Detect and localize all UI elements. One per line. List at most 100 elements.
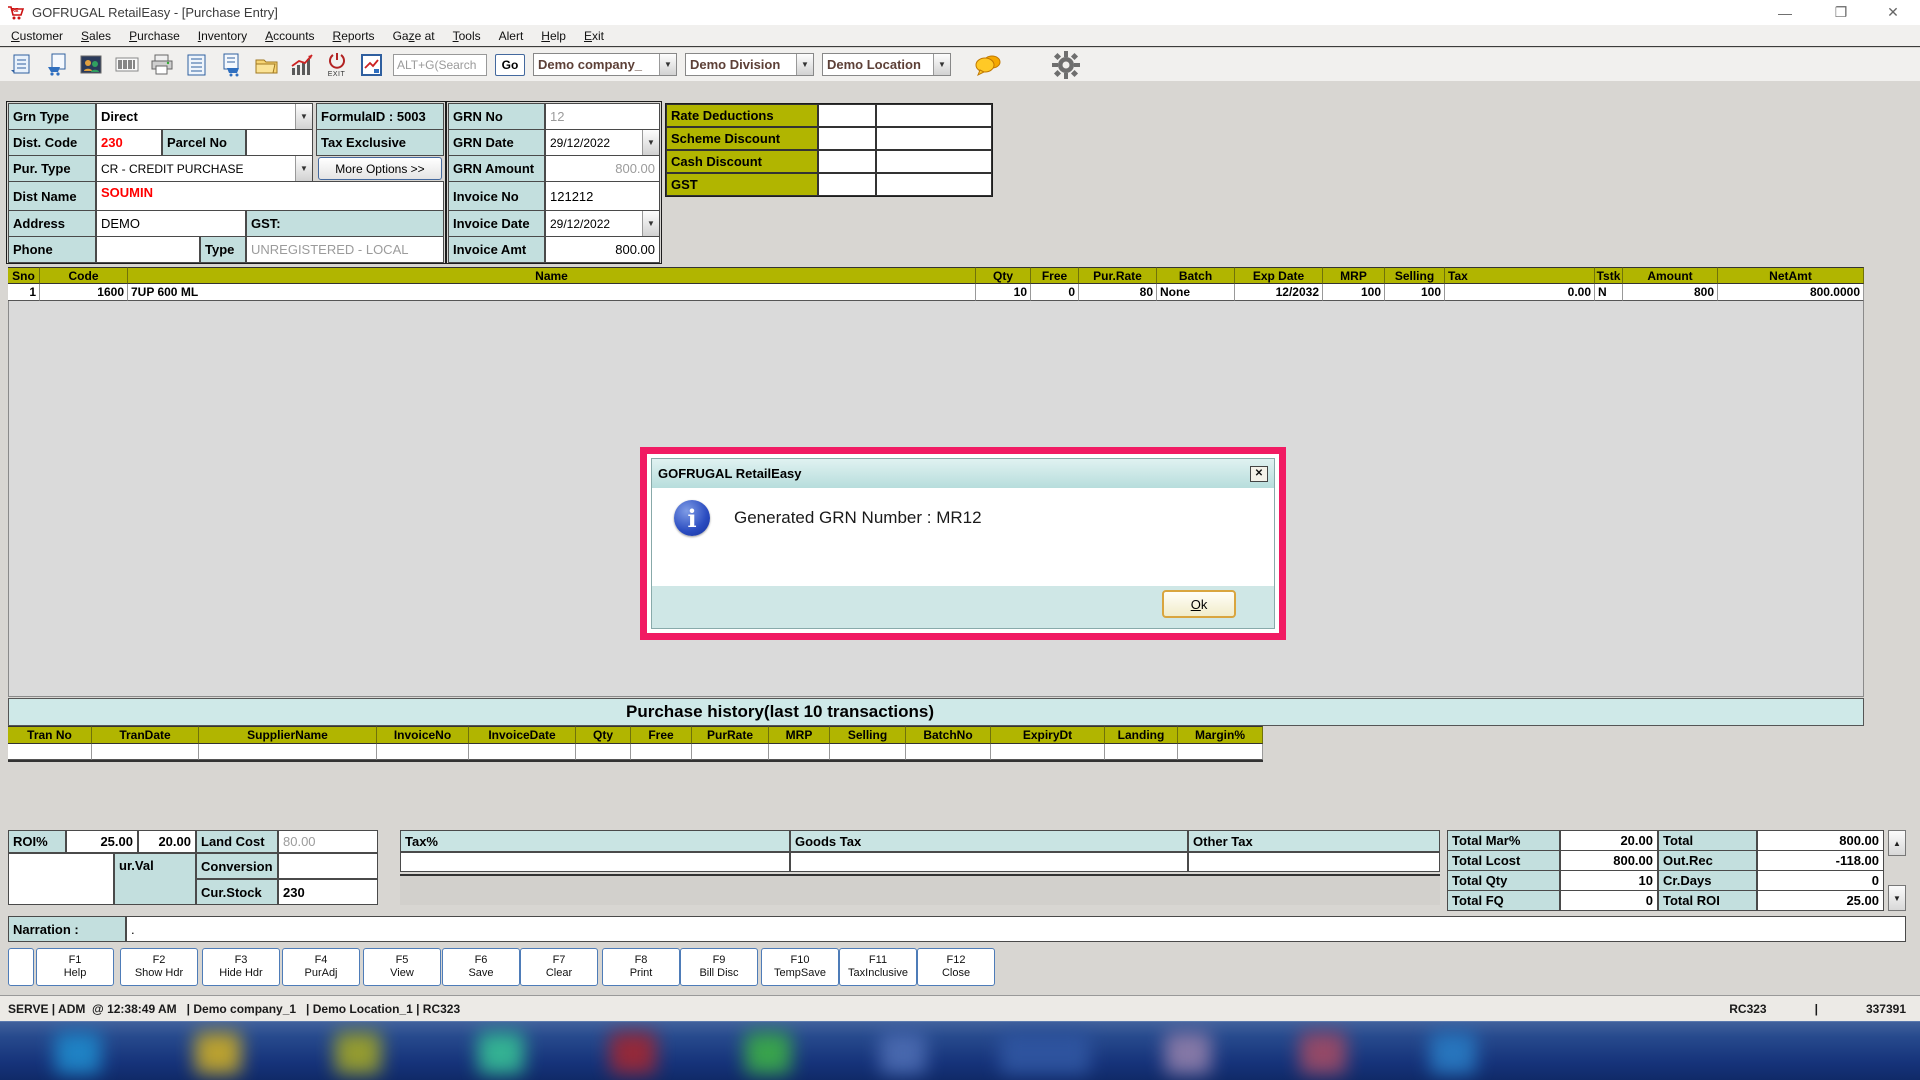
menu-tools[interactable]: Tools xyxy=(444,26,490,46)
billing-icon[interactable] xyxy=(8,50,35,80)
search-go-button[interactable]: Go xyxy=(495,53,525,76)
fkey-f6-button[interactable]: F6 Save xyxy=(442,948,520,986)
fkey-f11-button[interactable]: F11 TaxInclusive xyxy=(839,948,917,986)
menu-exit[interactable]: Exit xyxy=(575,26,613,46)
item-cell-netamt[interactable]: 800.0000 xyxy=(1718,284,1864,301)
item-cell-expdate[interactable]: 12/2032 xyxy=(1235,284,1323,301)
taskbar-app-blob[interactable] xyxy=(1165,1032,1211,1074)
invoice-date-picker[interactable]: 29/12/2022 ▼ xyxy=(545,210,660,237)
phone-input[interactable] xyxy=(96,236,200,263)
taskbar-app-blob[interactable] xyxy=(1300,1032,1346,1074)
fkey-f1-button[interactable]: F1 Help xyxy=(36,948,114,986)
dist-name-input[interactable]: SOUMIN xyxy=(96,181,444,211)
gst-deduction-cell1[interactable] xyxy=(818,173,876,196)
fkey-f8-button[interactable]: F8 Print xyxy=(602,948,680,986)
close-button[interactable]: ✕ xyxy=(1870,0,1916,25)
conversion-value[interactable] xyxy=(278,853,378,879)
pur-type-select[interactable]: CR - CREDIT PURCHASE ▼ xyxy=(96,155,313,182)
gst-deduction-cell2[interactable] xyxy=(876,173,992,196)
rate-deductions-cell1[interactable] xyxy=(818,104,876,127)
analytics-chart-icon[interactable] xyxy=(288,50,315,80)
menu-purchase[interactable]: Purchase xyxy=(120,26,189,46)
grn-type-select[interactable]: Direct ▼ xyxy=(96,103,313,130)
scheme-discount-cell1[interactable] xyxy=(818,127,876,150)
item-cell-selling[interactable]: 100 xyxy=(1385,284,1445,301)
fkey-blank-button[interactable] xyxy=(8,948,34,986)
rate-deductions-cell2[interactable] xyxy=(876,104,992,127)
customers-icon[interactable] xyxy=(78,50,105,80)
reports-icon[interactable] xyxy=(358,50,385,80)
scroll-up-icon[interactable]: ▲ xyxy=(1888,830,1906,856)
fkey-f9-button[interactable]: F9 Bill Disc xyxy=(680,948,758,986)
item-cell-purrate[interactable]: 80 xyxy=(1079,284,1157,301)
menu-inventory[interactable]: Inventory xyxy=(189,26,256,46)
division-select[interactable]: Demo Division ▼ xyxy=(685,53,814,76)
taskbar-app-blob[interactable] xyxy=(880,1032,926,1074)
exit-power-icon[interactable]: EXIT xyxy=(323,50,350,80)
fkey-f5-button[interactable]: F5 View xyxy=(363,948,441,986)
invoice-amt-input[interactable]: 800.00 xyxy=(545,236,660,263)
menu-alert[interactable]: Alert xyxy=(490,26,533,46)
scroll-down-icon[interactable]: ▼ xyxy=(1888,885,1906,911)
purchase-entry-icon[interactable] xyxy=(218,50,245,80)
company-select[interactable]: Demo company_ ▼ xyxy=(533,53,677,76)
parcel-no-input[interactable] xyxy=(246,129,313,156)
taskbar-app-blob[interactable] xyxy=(745,1032,791,1074)
fkey-f3-button[interactable]: F3 Hide Hdr xyxy=(202,948,280,986)
chat-icon[interactable] xyxy=(975,50,1002,80)
fkey-f2-button[interactable]: F2 Show Hdr xyxy=(120,948,198,986)
settings-gear-icon[interactable] xyxy=(1051,50,1080,80)
cash-discount-cell1[interactable] xyxy=(818,150,876,173)
menu-customer[interactable]: Customer xyxy=(2,26,72,46)
more-options-button[interactable]: More Options >> xyxy=(318,157,442,180)
dist-code-input[interactable]: 230 xyxy=(96,129,162,156)
dialog-close-icon[interactable]: ✕ xyxy=(1250,465,1268,482)
printer-icon[interactable] xyxy=(148,50,175,80)
cash-discount-cell2[interactable] xyxy=(876,150,992,173)
global-search-input[interactable]: ALT+G(Search xyxy=(393,53,487,76)
item-cell-qty[interactable]: 10 xyxy=(976,284,1031,301)
roi-value1[interactable]: 25.00 xyxy=(66,830,138,853)
taskbar-app-blob[interactable] xyxy=(1430,1032,1476,1074)
fkey-f7-button[interactable]: F7 Clear xyxy=(520,948,598,986)
invoice-no-input[interactable]: 121212 xyxy=(545,181,660,211)
item-cell-code[interactable]: 1600 xyxy=(40,284,128,301)
narration-input[interactable]: . xyxy=(126,916,1906,942)
item-cell-amount[interactable]: 800 xyxy=(1623,284,1718,301)
item-cell-mrp[interactable]: 100 xyxy=(1323,284,1385,301)
menu-help[interactable]: Help xyxy=(532,26,575,46)
menu-gaze-at[interactable]: Gaze at xyxy=(384,26,444,46)
menu-accounts[interactable]: Accounts xyxy=(256,26,323,46)
open-folder-icon[interactable] xyxy=(253,50,280,80)
item-cell-tax[interactable]: 0.00 xyxy=(1445,284,1595,301)
restore-button[interactable]: ❐ xyxy=(1818,0,1864,25)
fkey-f4-button[interactable]: F4 PurAdj xyxy=(282,948,360,986)
footer-blank-input[interactable] xyxy=(8,853,114,905)
grn-date-picker[interactable]: 29/12/2022 ▼ xyxy=(545,129,660,156)
gst-type-input[interactable]: UNREGISTERED - LOCAL xyxy=(246,236,444,263)
taskbar-app-blob[interactable] xyxy=(1000,1032,1090,1074)
sales-bill-cart-icon[interactable] xyxy=(43,50,70,80)
taskbar-app-blob[interactable] xyxy=(478,1032,524,1074)
item-cell-sno[interactable]: 1 xyxy=(8,284,40,301)
item-cell-free[interactable]: 0 xyxy=(1031,284,1079,301)
fkey-f10-button[interactable]: F10 TempSave xyxy=(761,948,839,986)
taskbar-app-blob[interactable] xyxy=(195,1032,241,1074)
taskbar-app-blob[interactable] xyxy=(335,1032,381,1074)
minimize-button[interactable]: — xyxy=(1762,0,1808,25)
taskbar-app-blob[interactable] xyxy=(55,1032,101,1074)
item-list-icon[interactable] xyxy=(183,50,210,80)
item-cell-name[interactable]: 7UP 600 ML xyxy=(128,284,976,301)
menu-sales[interactable]: Sales xyxy=(72,26,120,46)
address-input[interactable]: DEMO xyxy=(96,210,246,237)
fkey-f12-button[interactable]: F12 Close xyxy=(917,948,995,986)
taskbar-app-blob[interactable] xyxy=(610,1032,656,1074)
menu-reports[interactable]: Reports xyxy=(324,26,384,46)
roi-value2[interactable]: 20.00 xyxy=(138,830,196,853)
location-select[interactable]: Demo Location ▼ xyxy=(822,53,951,76)
scheme-discount-cell2[interactable] xyxy=(876,127,992,150)
item-cell-tstk[interactable]: N xyxy=(1595,284,1623,301)
ok-button[interactable]: Ok xyxy=(1162,590,1236,618)
item-cell-batch[interactable]: None xyxy=(1157,284,1235,301)
barcode-icon[interactable] xyxy=(113,50,140,80)
